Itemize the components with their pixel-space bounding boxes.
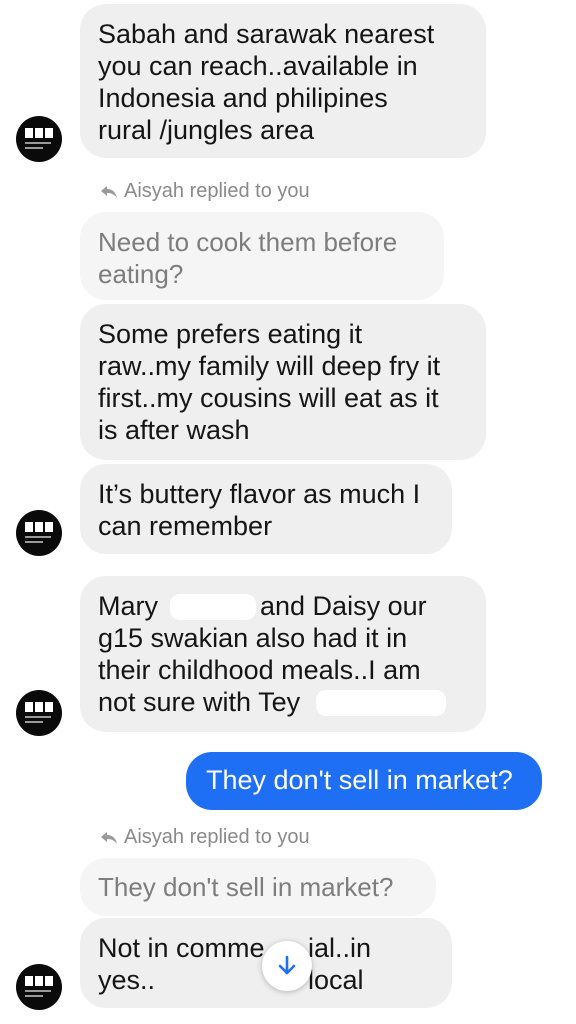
contact-avatar[interactable] <box>16 116 62 162</box>
reply-label-text: Aisyah replied to you <box>124 180 310 202</box>
quoted-message[interactable]: Need to cook them before eating? <box>80 212 444 300</box>
contact-avatar[interactable] <box>16 964 62 1010</box>
reply-label-text: Aisyah replied to you <box>124 826 310 848</box>
message-bubble-sabah[interactable]: Sabah and sarawak nearest you can reach.… <box>80 4 486 158</box>
message-bubble-raw[interactable]: Some prefers eating it raw..my family wi… <box>80 304 486 460</box>
message-bubble-mary-daisy[interactable]: Mary and Daisy our g15 swakian also had … <box>80 576 486 732</box>
reply-label: Aisyah replied to you <box>100 180 310 203</box>
reply-arrow-icon <box>101 185 117 198</box>
redaction-blur <box>170 594 256 620</box>
scroll-to-bottom-button[interactable] <box>262 941 312 991</box>
message-text: ial..in local <box>308 933 372 995</box>
message-text: Mary <box>98 591 158 621</box>
arrow-down-icon <box>278 955 296 975</box>
message-bubble-buttery[interactable]: It’s buttery flavor as much I can rememb… <box>80 464 452 554</box>
message-text: and Daisy our <box>260 591 427 621</box>
contact-avatar[interactable] <box>16 690 62 736</box>
message-text: Not in comme <box>98 933 265 963</box>
reply-arrow-icon <box>101 831 117 844</box>
reply-label: Aisyah replied to you <box>100 826 310 849</box>
message-text: g15 swakian also had it in their childho… <box>98 623 421 685</box>
quoted-message[interactable]: They don't sell in market? <box>80 858 436 916</box>
contact-avatar[interactable] <box>16 510 62 556</box>
message-text: not sure with Tey <box>98 687 301 717</box>
sent-message-bubble[interactable]: They don't sell in market? <box>186 752 542 810</box>
redaction-blur <box>316 690 446 716</box>
